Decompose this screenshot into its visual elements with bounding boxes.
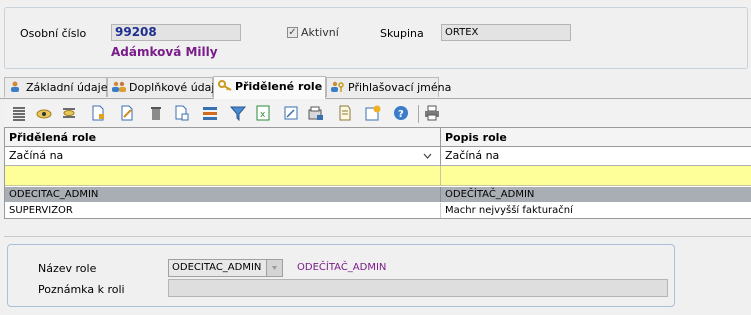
chevron-down-icon[interactable]: [423, 153, 432, 159]
svg-text:x: x: [260, 110, 266, 120]
tab-pridelene-role[interactable]: Přidělené role: [213, 76, 326, 99]
poznamka-label: Poznámka k roli: [38, 283, 125, 296]
edit-icon[interactable]: [119, 105, 135, 121]
skupina-label: Skupina: [380, 27, 424, 40]
nazev-role-label: Název role: [38, 262, 97, 275]
tab-zakladni-udaje[interactable]: Základní údaje: [4, 77, 107, 97]
sort-icon[interactable]: [202, 105, 218, 121]
toolbar: x ?: [4, 101, 751, 128]
settings-icon[interactable]: [365, 105, 381, 121]
help-icon[interactable]: ?: [393, 105, 409, 121]
filter-input-pridelena-role[interactable]: [5, 166, 441, 186]
tab-prihlasovaci-jmena[interactable]: Přihlašovací jména: [326, 77, 451, 97]
excel-icon[interactable]: x: [255, 105, 271, 121]
print-icon[interactable]: [424, 105, 440, 121]
role-detail-group: [7, 244, 675, 307]
person-name: Adámková Milly: [111, 45, 218, 59]
filter-mode-label: Začíná na: [9, 149, 64, 162]
tab-doplnkove-udaje[interactable]: Doplňkové údaje: [107, 77, 221, 97]
tab-label: Doplňkové údaje: [129, 81, 222, 94]
filter-icon[interactable]: [230, 105, 246, 121]
toolbar-separator: [418, 105, 419, 123]
tab-label: Přidělené role: [235, 80, 323, 93]
osobni-cislo-field[interactable]: 99208: [111, 24, 241, 41]
filter-popis-role[interactable]: Začíná na: [441, 147, 751, 166]
persons-icon: [112, 81, 126, 92]
tab-label: Přihlašovací jména: [348, 81, 452, 94]
aktivni-checkbox[interactable]: ✓: [287, 27, 298, 38]
hide-columns-icon[interactable]: [61, 105, 77, 121]
nazev-role-description: ODEČÍTAČ_ADMIN: [297, 262, 387, 273]
dropdown-arrow-icon: [272, 266, 277, 270]
user-key-icon: [331, 81, 344, 92]
filter-mode-label: Začíná na: [445, 149, 500, 162]
column-header-popis-role[interactable]: Popis role: [441, 128, 751, 147]
new-icon[interactable]: [90, 105, 106, 121]
aktivni-label: Aktivní: [301, 26, 339, 39]
tab-bar: Základní údaje Doplňkové údaje Přidělené…: [0, 76, 751, 99]
column-header-pridelena-role[interactable]: Přidělená role: [5, 128, 441, 147]
edit-note-icon[interactable]: [283, 105, 299, 121]
keys-icon: [218, 80, 232, 91]
table-row-cell[interactable]: Machr nejvyšší fakturační: [441, 203, 751, 218]
person-icon: [11, 81, 19, 92]
delete-icon[interactable]: [148, 105, 164, 121]
combo-dropdown-button[interactable]: [266, 260, 282, 276]
view-icon[interactable]: [36, 105, 52, 121]
skupina-field[interactable]: ORTEX: [441, 24, 571, 41]
list-icon[interactable]: [11, 105, 27, 121]
poznamka-field[interactable]: [168, 279, 668, 297]
tab-label: Základní údaje: [26, 81, 108, 94]
table-row-cell[interactable]: ODECITAC_ADMIN: [5, 187, 441, 202]
osobni-cislo-label: Osobní číslo: [20, 27, 87, 40]
filter-input-popis-role[interactable]: [441, 166, 751, 186]
roles-grid: Přidělená role Popis role Začíná na Začí…: [4, 127, 751, 219]
report-icon[interactable]: [337, 105, 353, 121]
svg-text:?: ?: [398, 109, 404, 120]
nazev-role-combo[interactable]: ODECITAC_ADMIN: [168, 259, 283, 277]
filter-pridelena-role[interactable]: Začíná na: [5, 147, 441, 166]
export-icon[interactable]: [308, 105, 324, 121]
table-row-cell[interactable]: SUPERVIZOR: [5, 203, 441, 218]
nazev-role-value: ODECITAC_ADMIN: [172, 262, 262, 273]
copy-icon[interactable]: [174, 105, 190, 121]
table-row-cell[interactable]: ODEČÍTAČ_ADMIN: [441, 187, 751, 202]
